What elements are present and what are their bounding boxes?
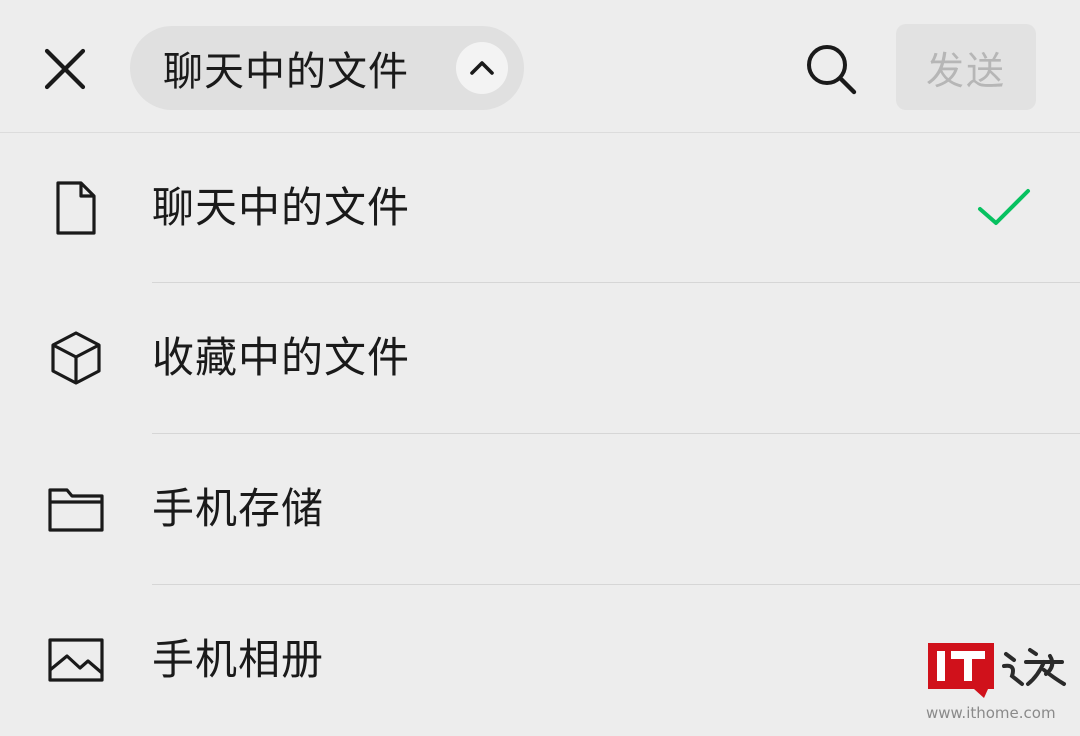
menu-item-chat-files[interactable]: 聊天中的文件 — [0, 133, 1080, 283]
search-button[interactable] — [800, 38, 862, 100]
file-icon — [56, 181, 96, 235]
menu-item-phone-album[interactable]: 手机相册 — [0, 585, 1080, 735]
file-source-dropdown[interactable]: 聊天中的文件 — [130, 26, 524, 110]
menu-item-icon — [40, 479, 112, 539]
menu-item-label: 手机存储 — [152, 484, 325, 533]
menu-item-label: 手机相册 — [152, 635, 325, 684]
close-button[interactable] — [36, 40, 94, 98]
menu-item-icon — [40, 630, 112, 690]
menu-item-favorite-files[interactable]: 收藏中的文件 — [0, 283, 1080, 433]
watermark-url: www.ithome.com — [926, 704, 1056, 722]
menu-item-label: 聊天中的文件 — [152, 183, 411, 232]
send-button[interactable]: 发送 — [896, 24, 1036, 110]
menu-item-phone-storage[interactable]: 手机存储 — [0, 434, 1080, 584]
ithome-watermark: www.ithome.com — [926, 640, 1068, 726]
menu-item-icon — [40, 178, 112, 238]
top-bar: 聊天中的文件 发送 — [0, 0, 1080, 133]
menu-item-icon — [40, 328, 112, 388]
close-icon — [44, 48, 86, 90]
file-source-label: 聊天中的文件 — [163, 49, 409, 95]
dropdown-toggle[interactable] — [456, 42, 508, 94]
menu-item-label: 收藏中的文件 — [152, 333, 411, 382]
chevron-up-icon — [470, 61, 494, 75]
folder-icon — [48, 488, 104, 532]
checkmark-icon — [978, 189, 1030, 225]
file-source-menu: 聊天中的文件 收藏中的文件 手机存储 手机相册 — [0, 133, 1080, 736]
cube-icon — [51, 331, 101, 385]
ithome-logo — [928, 643, 1066, 698]
search-icon — [807, 45, 857, 95]
image-icon — [48, 638, 104, 682]
